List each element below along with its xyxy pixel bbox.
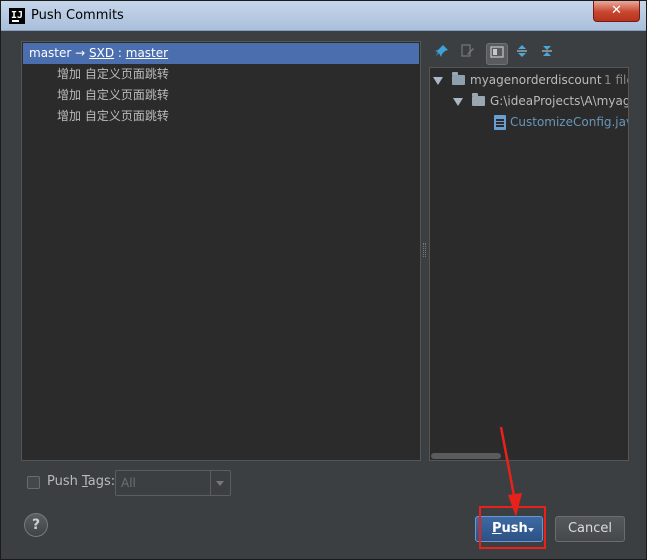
scrollbar-thumb[interactable] bbox=[431, 453, 501, 459]
annotation-highlight-box bbox=[479, 506, 546, 549]
commit-item[interactable]: 增加 自定义页面跳转 bbox=[57, 64, 169, 85]
expand-triangle-icon[interactable] bbox=[433, 77, 443, 85]
folder-icon bbox=[472, 93, 485, 106]
group-by-directory-icon[interactable] bbox=[486, 43, 508, 65]
file-row[interactable]: CustomizeConfig.java bbox=[430, 112, 629, 133]
directory-path: G:\ideaProjects\A\myagenorderdiscount bbox=[490, 94, 629, 108]
commit-item[interactable]: 增加 自定义页面跳转 bbox=[57, 106, 169, 127]
branch-push-row[interactable]: master → SXD : master bbox=[23, 43, 419, 64]
module-name: myagenorderdiscount bbox=[470, 73, 602, 87]
push-tags-label[interactable]: Push Tags: bbox=[47, 474, 115, 489]
target-branch-link[interactable]: master bbox=[126, 46, 168, 60]
splitter-grip-icon bbox=[423, 243, 426, 257]
changes-toolbar bbox=[429, 41, 629, 67]
commit-item[interactable]: 增加 自定义页面跳转 bbox=[57, 85, 169, 106]
close-button[interactable]: ✕ bbox=[593, 1, 640, 22]
directory-row[interactable]: G:\ideaProjects\A\myagenorderdiscount bbox=[430, 91, 629, 112]
help-button[interactable]: ? bbox=[24, 513, 48, 537]
remote-link[interactable]: SXD bbox=[89, 46, 114, 60]
window-title: Push Commits bbox=[31, 8, 124, 23]
push-tags-checkbox[interactable] bbox=[27, 476, 40, 489]
push-tags-label-part: Push bbox=[47, 474, 82, 489]
file-name: CustomizeConfig.java bbox=[510, 115, 629, 129]
changed-files-panel[interactable]: myagenorderdiscount 1 file G:\ideaProjec… bbox=[429, 67, 629, 461]
module-row[interactable]: myagenorderdiscount 1 file bbox=[430, 70, 628, 91]
tags-scope-select[interactable]: All bbox=[115, 470, 231, 496]
expand-all-icon[interactable] bbox=[511, 43, 533, 65]
tags-scope-value: All bbox=[121, 476, 136, 490]
collapse-all-icon[interactable] bbox=[536, 43, 558, 65]
title-bar[interactable]: IJ Push Commits bbox=[1, 1, 646, 31]
commits-tree-panel[interactable]: master → SXD : master 增加 自定义页面跳转 增加 自定义页… bbox=[21, 41, 421, 461]
java-file-icon bbox=[494, 115, 506, 130]
module-folder-icon bbox=[452, 72, 465, 85]
horizontal-scrollbar[interactable] bbox=[430, 452, 628, 460]
push-commits-dialog: IJ Push Commits ✕ master → SXD : master … bbox=[0, 0, 647, 560]
chevron-down-icon bbox=[216, 481, 224, 486]
dropdown-button[interactable] bbox=[210, 471, 230, 495]
pin-icon[interactable] bbox=[431, 43, 453, 65]
intellij-app-icon: IJ bbox=[9, 8, 25, 24]
expand-triangle-icon[interactable] bbox=[453, 98, 463, 106]
remote-separator: : bbox=[114, 46, 126, 60]
push-tags-label-part: ags: bbox=[87, 474, 116, 489]
panel-splitter[interactable] bbox=[422, 41, 428, 461]
source-branch: master bbox=[29, 46, 72, 60]
cancel-button[interactable]: Cancel bbox=[555, 516, 625, 542]
push-arrow-text: → bbox=[71, 46, 90, 60]
module-file-count: 1 file bbox=[604, 73, 628, 87]
edit-source-icon[interactable] bbox=[457, 43, 479, 65]
